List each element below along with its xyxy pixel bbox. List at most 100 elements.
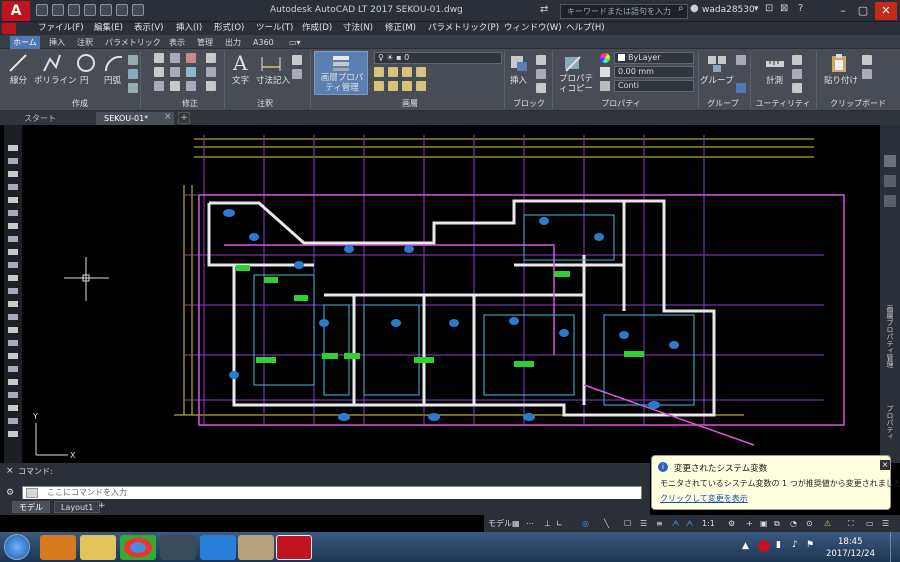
maximize-button[interactable]: ▢ — [852, 2, 874, 20]
groups-panel-title[interactable]: グループ — [700, 98, 746, 110]
properties-palette-tab[interactable]: プロパティ — [885, 405, 895, 440]
line-label[interactable]: 線分 — [10, 74, 27, 86]
model-space-toggle[interactable]: モデル — [488, 517, 512, 530]
workspace-icon[interactable]: ⚙ — [728, 517, 735, 530]
dimension-label[interactable]: 寸法記入 — [256, 74, 290, 86]
layer-properties-button[interactable]: 画層プロパティ管理 — [314, 51, 368, 95]
snap-icon[interactable]: ⋯ — [526, 517, 534, 530]
rotate-icon[interactable] — [170, 53, 180, 63]
id-point-icon[interactable] — [792, 69, 802, 79]
scale-icon[interactable] — [170, 81, 180, 91]
lt-spline-icon[interactable] — [8, 249, 18, 255]
palette-pin-icon[interactable] — [884, 175, 896, 187]
explode-icon[interactable] — [206, 67, 216, 77]
tab-annotate[interactable]: 注釈 — [74, 36, 96, 49]
tray-flag-icon[interactable]: ⚑ — [806, 540, 814, 550]
linetype-dropdown[interactable]: Conti — [614, 80, 694, 92]
menu-help[interactable]: ヘルプ(H) — [566, 22, 605, 35]
lt-ellipse-icon[interactable] — [8, 262, 18, 268]
menu-file[interactable]: ファイル(F) — [38, 22, 84, 35]
share-icon[interactable]: ⇄ — [540, 4, 548, 15]
customization-icon[interactable]: ☰ — [882, 517, 889, 530]
app-menu-button[interactable]: A — [2, 1, 30, 21]
erase-icon[interactable] — [206, 53, 216, 63]
annotation-scale[interactable]: 1:1 — [702, 517, 715, 530]
user-dropdown-icon[interactable]: ▾ — [754, 4, 759, 14]
group-label[interactable]: グループ — [700, 74, 734, 86]
tray-app-icon[interactable] — [758, 540, 770, 552]
clean-screen-icon[interactable]: ⛶ — [848, 517, 854, 530]
arc-label[interactable]: 円弧 — [104, 74, 121, 86]
layer-lock-icon[interactable] — [416, 67, 426, 77]
help-exchange-icon[interactable]: ⊠ — [780, 3, 788, 14]
circle-icon[interactable] — [76, 53, 96, 73]
tab-manage[interactable]: 管理 — [194, 36, 216, 49]
notification-link[interactable]: クリックして変更を表示 — [660, 493, 748, 504]
offset-icon[interactable] — [206, 81, 216, 91]
lt-mtext-icon[interactable] — [8, 366, 18, 372]
annotation-visibility-icon[interactable]: ᗅ — [672, 517, 680, 530]
tab-sekou-01[interactable]: SEKOU-01* — [96, 112, 174, 125]
media-player-icon[interactable] — [40, 535, 76, 560]
group-edit-icon[interactable] — [736, 83, 746, 93]
transparency-icon[interactable]: ☰ — [640, 517, 647, 530]
draw-panel-title[interactable]: 作成 — [50, 98, 110, 110]
group-icon[interactable] — [706, 53, 728, 73]
internet-explorer-icon[interactable] — [200, 535, 236, 560]
menu-tools[interactable]: ツール(T) — [256, 22, 293, 35]
menu-parametric[interactable]: パラメトリック(P) — [428, 22, 499, 35]
mirror-icon[interactable] — [170, 67, 180, 77]
start-button-icon[interactable] — [4, 534, 30, 560]
osnap-icon[interactable]: ◎ — [582, 517, 589, 530]
lt-table-icon[interactable] — [8, 353, 18, 359]
tray-sound-icon[interactable]: ♪ — [792, 540, 798, 550]
array-icon[interactable] — [186, 81, 196, 91]
menu-insert[interactable]: 挿入(I) — [176, 22, 202, 35]
lineweight-dropdown[interactable]: 0.00 mm — [614, 66, 694, 78]
lt-polyline-icon[interactable] — [8, 171, 18, 177]
quick-props-icon[interactable]: ⧉ — [774, 517, 780, 530]
undo-icon[interactable] — [116, 4, 128, 16]
add-layout-icon[interactable]: + — [98, 501, 106, 511]
lineweight-toggle-icon[interactable]: ☐ — [624, 517, 631, 530]
help-icon[interactable]: ? — [798, 3, 803, 14]
command-input[interactable]: ここにコマンドを入力 — [22, 486, 642, 500]
tab-view[interactable]: 表示 — [166, 36, 188, 49]
auto-scale-icon[interactable]: ᗅ — [686, 517, 694, 530]
copy-clip-icon[interactable] — [862, 69, 872, 79]
lt-dim-icon[interactable] — [8, 392, 18, 398]
utilities-panel-title[interactable]: ユーティリティ — [750, 98, 816, 110]
lt-gradient-icon[interactable] — [8, 327, 18, 333]
table-icon[interactable] — [292, 69, 302, 79]
print-icon[interactable] — [100, 4, 112, 16]
layer-freeze-icon[interactable] — [402, 67, 412, 77]
match-properties-icon[interactable] — [562, 53, 584, 73]
layer-props-palette-tab[interactable]: 画層プロパティ管理 — [885, 305, 895, 368]
tab-parametric[interactable]: パラメトリック — [102, 36, 164, 49]
cut-icon[interactable] — [862, 55, 872, 65]
tab-insert[interactable]: 挿入 — [46, 36, 68, 49]
minimize-button[interactable]: – — [832, 2, 854, 20]
fullscreen-icon[interactable]: ▭ — [866, 517, 874, 530]
command-close-icon[interactable]: × — [6, 466, 14, 476]
trim-icon[interactable] — [186, 53, 196, 63]
menu-window[interactable]: ウィンドウ(W) — [504, 22, 562, 35]
edit-block-icon[interactable] — [536, 69, 546, 79]
save-icon[interactable] — [68, 4, 80, 16]
new-tab-icon[interactable]: + — [178, 112, 190, 124]
menu-dimension[interactable]: 寸法(N) — [343, 22, 373, 35]
lt-line-icon[interactable] — [8, 145, 18, 151]
lt-circle-icon[interactable] — [8, 223, 18, 229]
lt-arc-icon[interactable] — [8, 210, 18, 216]
ungroup-icon[interactable] — [736, 55, 746, 65]
layer-dropdown[interactable]: ♀ ☀ ▪ 0 — [374, 52, 502, 64]
menu-modify[interactable]: 修正(M) — [385, 22, 416, 35]
menu-format[interactable]: 形式(O) — [214, 22, 244, 35]
paint-icon[interactable] — [238, 535, 274, 560]
block-panel-title[interactable]: ブロック — [506, 98, 552, 110]
dimension-icon[interactable] — [260, 53, 282, 73]
clock-time[interactable]: 18:45 — [838, 537, 863, 547]
new-file-icon[interactable] — [36, 4, 48, 16]
create-block-icon[interactable] — [536, 55, 546, 65]
hatch-icon[interactable] — [128, 69, 138, 79]
